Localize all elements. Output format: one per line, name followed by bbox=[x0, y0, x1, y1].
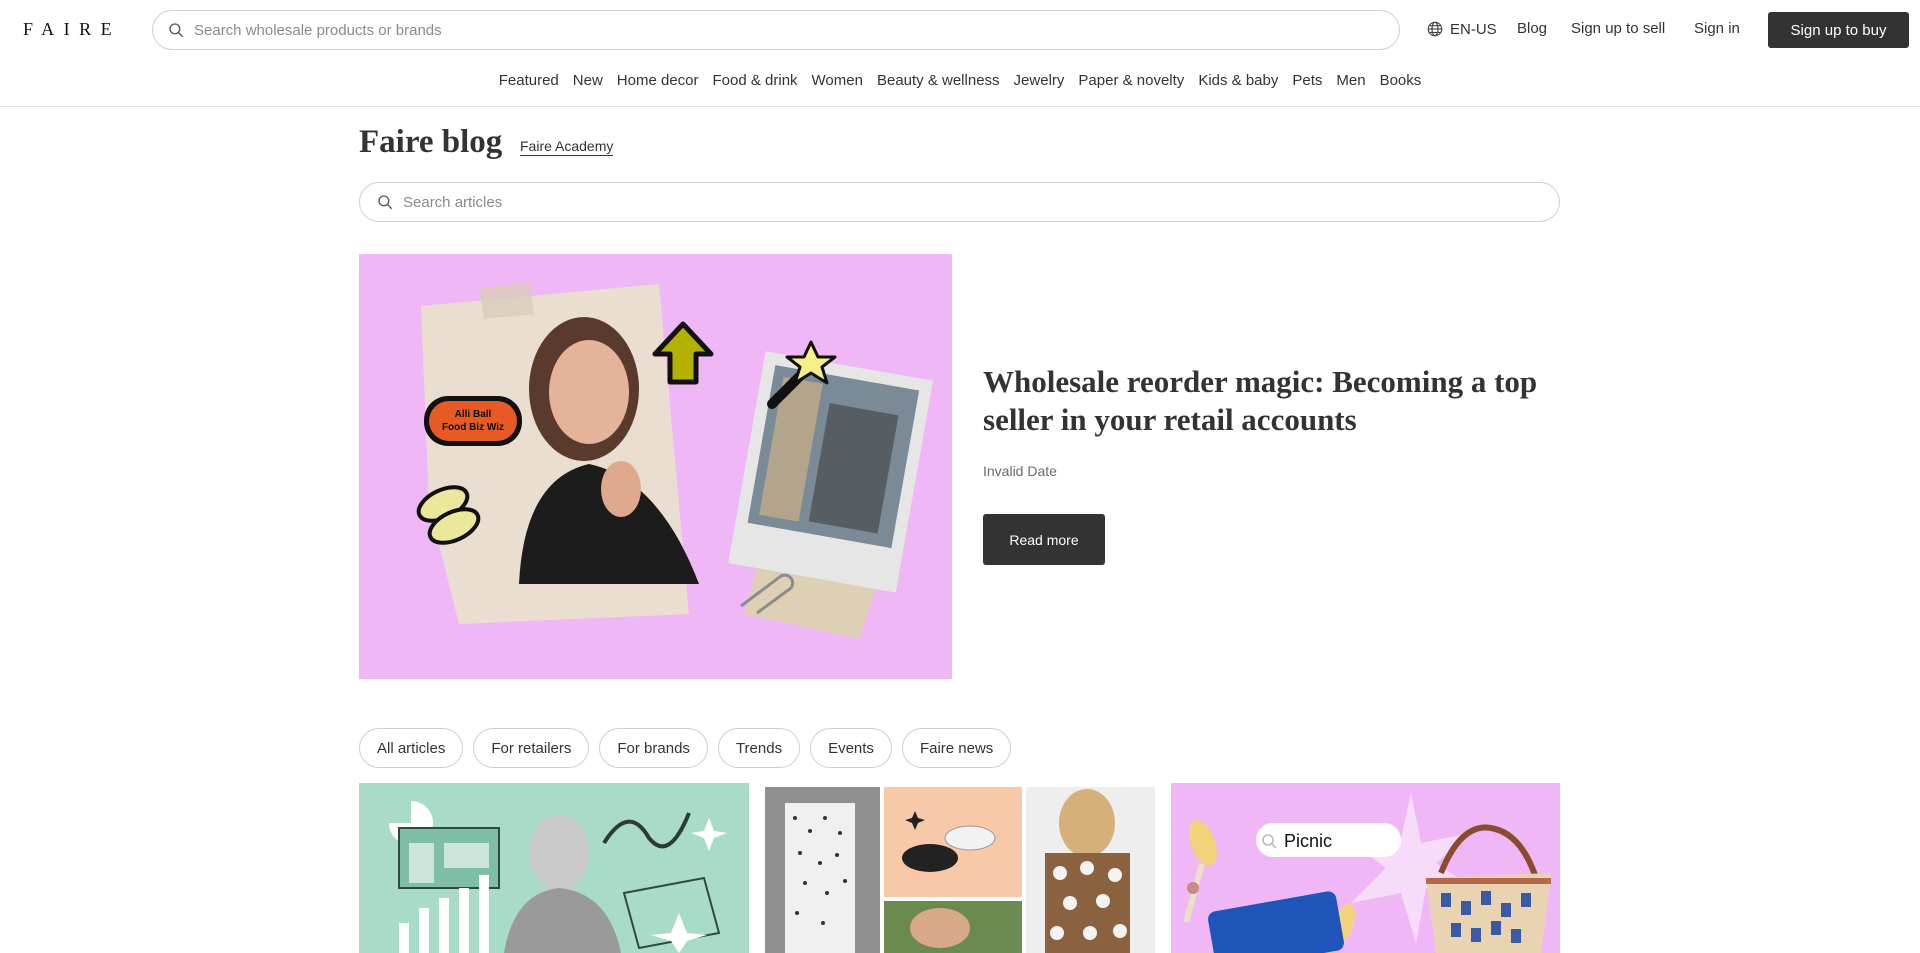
hero-badge-line1: Alli Ball bbox=[455, 409, 492, 420]
sign-up-to-buy-button[interactable]: Sign up to buy bbox=[1768, 12, 1909, 48]
category-home-decor[interactable]: Home decor bbox=[610, 72, 706, 96]
hero-article-title[interactable]: Wholesale reorder magic: Becoming a top … bbox=[983, 363, 1543, 439]
category-jewelry[interactable]: Jewelry bbox=[1007, 72, 1072, 96]
article-card-1[interactable] bbox=[359, 783, 749, 953]
search-icon bbox=[169, 23, 184, 38]
blog-link[interactable]: Blog bbox=[1517, 20, 1547, 37]
category-kids-baby[interactable]: Kids & baby bbox=[1191, 72, 1285, 96]
article-card-3[interactable]: Picnic bbox=[1171, 783, 1560, 953]
hero-article-date: Invalid Date bbox=[983, 463, 1057, 479]
hero-image[interactable]: Alli Ball Food Biz Wiz bbox=[359, 254, 952, 679]
category-women[interactable]: Women bbox=[805, 72, 870, 96]
hero-collage: Alli Ball Food Biz Wiz bbox=[416, 282, 934, 639]
search-icon bbox=[378, 195, 393, 210]
faire-academy-link[interactable]: Faire Academy bbox=[520, 138, 614, 156]
article-filters: All articles For retailers For brands Tr… bbox=[359, 728, 1012, 768]
picnic-search-label: Picnic bbox=[1284, 831, 1332, 851]
category-paper-novelty[interactable]: Paper & novelty bbox=[1071, 72, 1191, 96]
filter-for-retailers[interactable]: For retailers bbox=[473, 728, 590, 768]
search-placeholder: Search wholesale products or brands bbox=[194, 21, 442, 39]
sign-up-to-sell-link[interactable]: Sign up to sell bbox=[1571, 20, 1665, 37]
globe-icon bbox=[1427, 21, 1443, 37]
article-card-2-image bbox=[765, 787, 1155, 953]
category-featured[interactable]: Featured bbox=[492, 72, 566, 96]
locale-selector[interactable]: EN-US bbox=[1426, 20, 1497, 38]
filter-for-brands[interactable]: For brands bbox=[599, 728, 708, 768]
read-more-button[interactable]: Read more bbox=[983, 514, 1105, 565]
filter-trends[interactable]: Trends bbox=[717, 728, 801, 768]
category-pets[interactable]: Pets bbox=[1285, 72, 1329, 96]
article-search-placeholder: Search articles bbox=[403, 193, 503, 211]
page-title: Faire blog bbox=[359, 124, 503, 160]
filter-events[interactable]: Events bbox=[810, 728, 892, 768]
category-beauty-wellness[interactable]: Beauty & wellness bbox=[870, 72, 1007, 96]
category-nav: Featured New Home decor Food & drink Wom… bbox=[0, 72, 1920, 96]
sign-in-link[interactable]: Sign in bbox=[1694, 20, 1740, 37]
category-books[interactable]: Books bbox=[1373, 72, 1429, 96]
filter-faire-news[interactable]: Faire news bbox=[901, 728, 1012, 768]
article-card-3-image: Picnic bbox=[1183, 793, 1551, 953]
top-header: FAIRE Search wholesale products or brand… bbox=[0, 0, 1920, 60]
article-card-1-image bbox=[389, 801, 727, 953]
article-card-2[interactable] bbox=[765, 783, 1155, 953]
category-food-drink[interactable]: Food & drink bbox=[706, 72, 805, 96]
category-new[interactable]: New bbox=[566, 72, 610, 96]
hero-badge-line2: Food Biz Wiz bbox=[442, 422, 504, 433]
faire-logo[interactable]: FAIRE bbox=[23, 19, 121, 40]
locale-label: EN-US bbox=[1450, 20, 1497, 38]
product-search-input[interactable]: Search wholesale products or brands bbox=[152, 10, 1400, 50]
article-search-input[interactable]: Search articles bbox=[359, 182, 1560, 222]
header-divider bbox=[0, 106, 1920, 107]
category-men[interactable]: Men bbox=[1329, 72, 1372, 96]
filter-all-articles[interactable]: All articles bbox=[359, 728, 464, 768]
